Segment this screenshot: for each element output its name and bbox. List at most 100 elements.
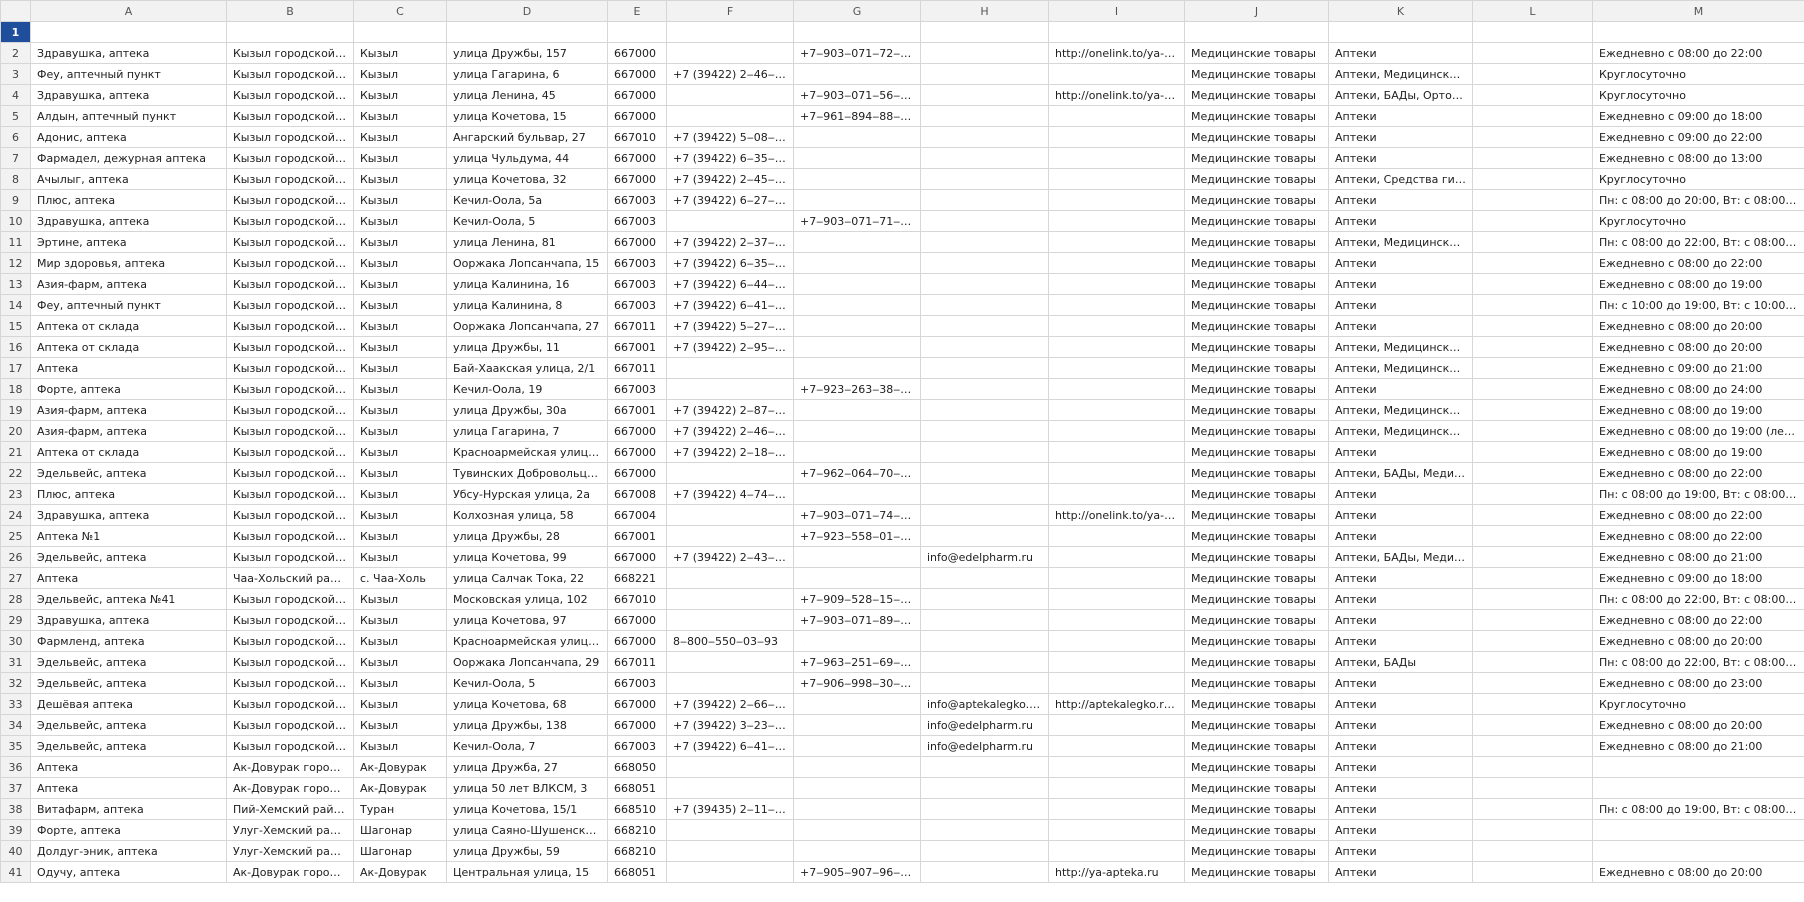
table-cell[interactable]: Ежедневно с 09:00 до 18:00 (1592, 567, 1804, 589)
table-cell[interactable]: Здравушка, аптека (30, 210, 227, 232)
table-cell[interactable]: Аптеки, БАДы, Ортопедич… (1328, 84, 1473, 106)
table-cell[interactable]: Аптеки (1328, 798, 1473, 820)
table-cell[interactable]: Кызыл городской округ (226, 609, 354, 631)
table-cell[interactable] (1048, 252, 1185, 274)
table-cell[interactable] (1592, 756, 1804, 778)
table-cell[interactable] (920, 399, 1049, 421)
table-cell[interactable]: 667011 (607, 651, 667, 673)
column-header-a[interactable]: A (30, 0, 227, 22)
table-cell[interactable]: улица Кочетова, 97 (446, 609, 608, 631)
table-cell[interactable] (1048, 168, 1185, 190)
table-cell[interactable] (920, 210, 1049, 232)
table-cell[interactable]: Кызыл (353, 525, 447, 547)
table-cell[interactable] (793, 336, 921, 358)
table-cell[interactable] (1048, 399, 1185, 421)
table-cell[interactable]: 668051 (607, 777, 667, 799)
table-cell[interactable]: 667010 (607, 588, 667, 610)
table-cell[interactable] (1048, 525, 1185, 547)
table-cell[interactable]: Кызыл городской округ (226, 483, 354, 505)
table-cell[interactable]: Аптека №1 (30, 525, 227, 547)
table-cell[interactable]: Кызыл городской округ (226, 63, 354, 85)
table-cell[interactable]: Фармадел, дежурная аптека (30, 147, 227, 169)
row-number[interactable]: 32 (0, 672, 31, 694)
table-cell[interactable]: Кечил-Оола, 7 (446, 735, 608, 757)
table-cell[interactable]: +7‒905‒907‒96‒16 (793, 861, 921, 883)
table-cell[interactable] (793, 756, 921, 778)
table-cell[interactable]: Аптеки (1328, 777, 1473, 799)
table-cell[interactable]: 667008 (607, 483, 667, 505)
table-cell[interactable]: 667000 (607, 630, 667, 652)
table-cell[interactable] (920, 420, 1049, 442)
table-cell[interactable]: 667003 (607, 294, 667, 316)
table-cell[interactable]: Аптеки (1328, 693, 1473, 715)
table-cell[interactable]: Ежедневно с 08:00 до 22:00 (1592, 525, 1804, 547)
table-cell[interactable]: Медицинские товары (1184, 105, 1329, 127)
table-cell[interactable] (1472, 357, 1593, 379)
table-cell[interactable] (1472, 840, 1593, 862)
table-cell[interactable] (793, 693, 921, 715)
header-cell[interactable]: Сфера (1184, 21, 1329, 43)
column-header-g[interactable]: G (793, 0, 921, 22)
table-cell[interactable]: Медицинские товары (1184, 609, 1329, 631)
table-cell[interactable] (1048, 840, 1185, 862)
table-cell[interactable] (1472, 336, 1593, 358)
table-cell[interactable]: Кызыл (353, 315, 447, 337)
table-cell[interactable]: Красноармейская улица, 54 (446, 630, 608, 652)
table-cell[interactable]: Кызыл городской округ (226, 714, 354, 736)
table-cell[interactable]: Медицинские товары (1184, 357, 1329, 379)
table-cell[interactable]: Кызыл городской округ (226, 462, 354, 484)
table-cell[interactable] (666, 105, 794, 127)
table-cell[interactable]: Ежедневно с 08:00 до 20:00 (1592, 861, 1804, 883)
table-cell[interactable]: улица Дружбы, 59 (446, 840, 608, 862)
table-cell[interactable]: 667000 (607, 147, 667, 169)
table-cell[interactable]: 667001 (607, 525, 667, 547)
header-cell[interactable]: Район города (1472, 21, 1593, 43)
table-cell[interactable]: Аптеки (1328, 42, 1473, 64)
table-cell[interactable]: Кызыл городской округ (226, 126, 354, 148)
table-cell[interactable]: +7‒962‒064‒70‒28 (793, 462, 921, 484)
table-cell[interactable]: Ачылыг, аптека (30, 168, 227, 190)
table-cell[interactable] (1048, 441, 1185, 463)
table-cell[interactable]: +7 (39422) 2‒95‒91 (666, 336, 794, 358)
table-cell[interactable] (1472, 714, 1593, 736)
table-cell[interactable]: +7‒923‒558‒01‒01, +7… (793, 525, 921, 547)
table-cell[interactable]: Кызыл (353, 483, 447, 505)
table-cell[interactable]: +7 (39422) 4‒74‒74 (666, 483, 794, 505)
table-cell[interactable]: 667004 (607, 504, 667, 526)
row-number[interactable]: 33 (0, 693, 31, 715)
table-cell[interactable]: Ак-Довурак городской… (226, 756, 354, 778)
table-cell[interactable]: Эдельвейс, аптека (30, 546, 227, 568)
table-cell[interactable] (1472, 441, 1593, 463)
table-cell[interactable]: +7‒903‒071‒71‒76 (793, 210, 921, 232)
table-cell[interactable]: Кызыл (353, 504, 447, 526)
table-cell[interactable]: Аптека (30, 756, 227, 778)
table-cell[interactable]: Аптеки (1328, 252, 1473, 274)
table-cell[interactable]: Эдельвейс, аптека №41 (30, 588, 227, 610)
table-cell[interactable]: Здравушка, аптека (30, 504, 227, 526)
table-cell[interactable]: Эдельвейс, аптека (30, 462, 227, 484)
table-cell[interactable]: http://aptekalegko.ru, htt… (1048, 693, 1185, 715)
table-cell[interactable]: Кызыл городской округ (226, 693, 354, 715)
table-cell[interactable] (920, 672, 1049, 694)
table-cell[interactable]: улица Дружбы, 138 (446, 714, 608, 736)
table-cell[interactable]: Эртине, аптека (30, 231, 227, 253)
table-cell[interactable] (666, 819, 794, 841)
table-cell[interactable] (1472, 735, 1593, 757)
table-cell[interactable]: Кызыл (353, 357, 447, 379)
table-cell[interactable] (1472, 189, 1593, 211)
table-cell[interactable]: 667003 (607, 210, 667, 232)
row-number[interactable]: 10 (0, 210, 31, 232)
table-cell[interactable] (666, 378, 794, 400)
table-cell[interactable] (793, 231, 921, 253)
table-cell[interactable]: info@edelpharm.ru (920, 714, 1049, 736)
table-cell[interactable]: Эдельвейс, аптека (30, 672, 227, 694)
table-cell[interactable]: +7‒903‒071‒89‒79 (793, 609, 921, 631)
table-cell[interactable]: +7‒906‒998‒30‒09 (793, 672, 921, 694)
table-cell[interactable] (793, 735, 921, 757)
header-cell[interactable]: Время работы (1592, 21, 1804, 43)
row-number[interactable]: 19 (0, 399, 31, 421)
table-cell[interactable] (920, 441, 1049, 463)
table-cell[interactable]: Пн: с 08:00 до 22:00, Вт: с 08:00 до 22:… (1592, 588, 1804, 610)
table-cell[interactable]: Кызыл городской округ (226, 378, 354, 400)
table-cell[interactable] (1472, 504, 1593, 526)
